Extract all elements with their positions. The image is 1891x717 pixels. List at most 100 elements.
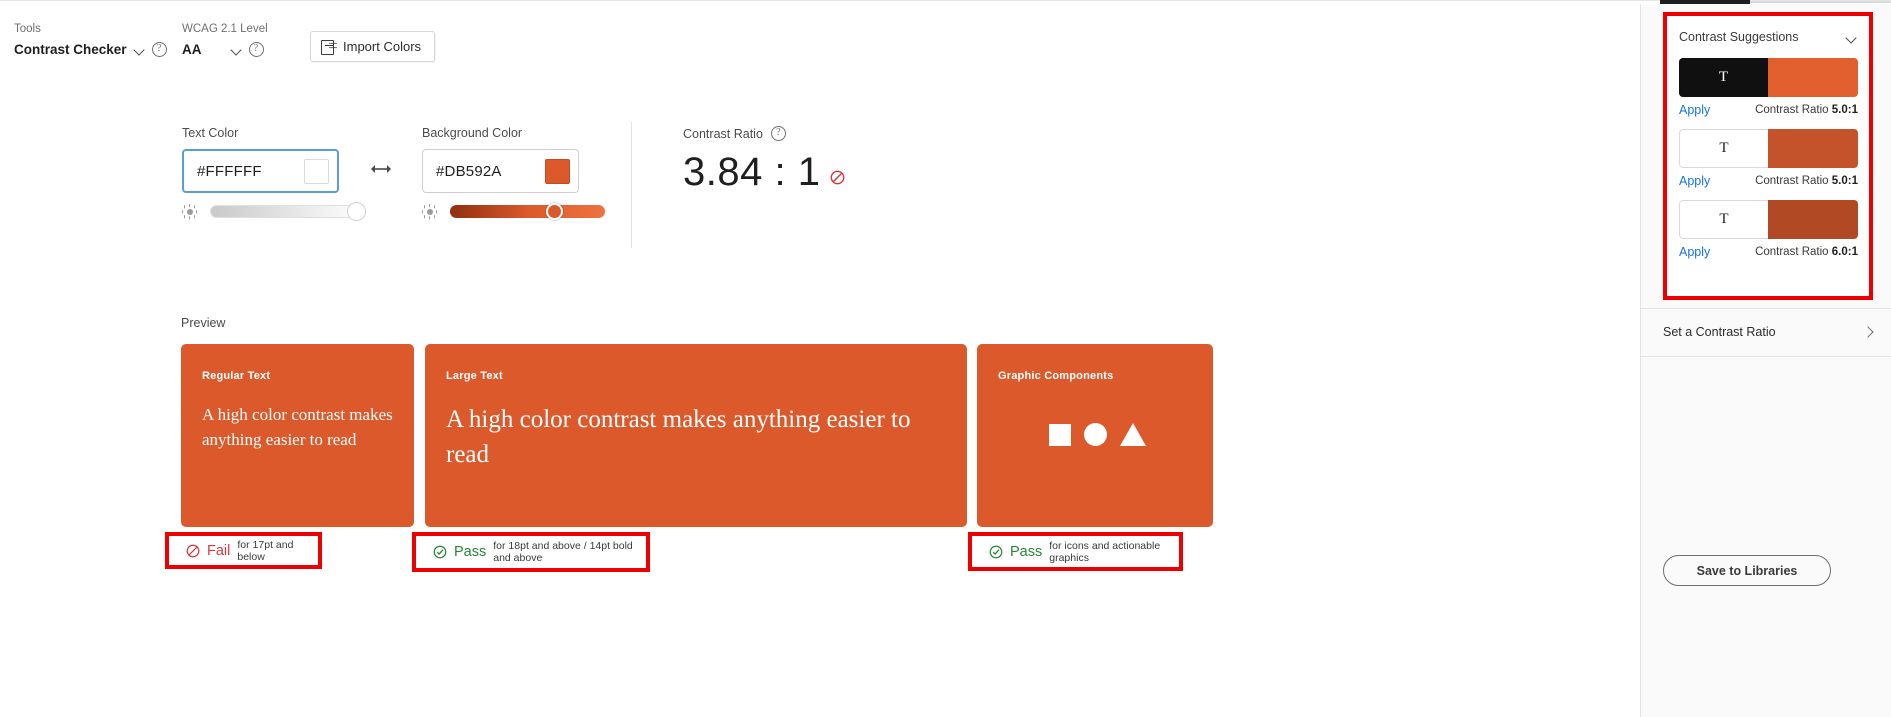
swap-colors-icon[interactable] bbox=[370, 162, 392, 176]
import-colors-button[interactable]: Import Colors bbox=[310, 31, 436, 62]
apply-link[interactable]: Apply bbox=[1679, 245, 1710, 259]
text-color-block: Text Color #FFFFFF bbox=[182, 126, 365, 220]
suggestion-foreground-swatch: T bbox=[1679, 58, 1768, 97]
preview-card-large-text: Large Text A high color contrast makes a… bbox=[425, 344, 967, 527]
result-badge-graphic-components: Pass for icons and actionable graphics bbox=[968, 532, 1183, 571]
suggestion-background-swatch bbox=[1768, 58, 1858, 97]
card-kicker: Graphic Components bbox=[998, 370, 1114, 382]
badge-status: Fail bbox=[207, 542, 231, 559]
badge-inner: Pass for icons and actionable graphics bbox=[972, 540, 1179, 564]
badge-status: Pass bbox=[454, 544, 487, 560]
import-colors-label: Import Colors bbox=[343, 39, 422, 54]
slider-handle[interactable] bbox=[348, 203, 365, 220]
background-brightness-slider-row bbox=[422, 203, 605, 220]
contrast-ratio-value-row: 3.84 : 1 bbox=[683, 150, 845, 194]
suggestion-meta: Apply Contrast Ratio 5.0:1 bbox=[1679, 103, 1858, 117]
card-body-text: A high color contrast makes anything eas… bbox=[446, 406, 911, 468]
apply-link[interactable]: Apply bbox=[1679, 174, 1710, 188]
set-contrast-ratio-row[interactable]: Set a Contrast Ratio bbox=[1663, 317, 1873, 347]
square-icon bbox=[1049, 423, 1071, 446]
suggestion-swatch-pair[interactable]: T bbox=[1679, 200, 1858, 239]
sidebar-divider bbox=[1641, 356, 1891, 357]
chevron-down-icon[interactable] bbox=[1846, 32, 1857, 43]
card-kicker: Regular Text bbox=[202, 370, 271, 382]
suggestion-item: T Apply Contrast Ratio 5.0:1 bbox=[1679, 129, 1858, 188]
fail-circle-slash-icon bbox=[186, 544, 200, 558]
suggestion-ratio: Contrast Ratio 5.0:1 bbox=[1755, 175, 1858, 187]
contrast-suggestions-title: Contrast Suggestions bbox=[1679, 30, 1799, 44]
badge-inner: Fail for 17pt and below bbox=[169, 539, 318, 563]
background-brightness-slider[interactable] bbox=[450, 203, 605, 220]
suggestion-foreground-swatch: T bbox=[1679, 200, 1768, 239]
suggestion-ratio: Contrast Ratio 6.0:1 bbox=[1755, 246, 1858, 258]
slider-track bbox=[210, 205, 365, 218]
toolbar: Tools Contrast Checker ? WCAG 2.1 Level … bbox=[0, 14, 1640, 70]
sidebar-divider bbox=[1641, 308, 1891, 309]
tools-dropdown[interactable]: Contrast Checker ? bbox=[14, 42, 167, 57]
tools-label: Tools bbox=[14, 23, 41, 35]
slider-handle[interactable] bbox=[546, 203, 563, 220]
contrast-suggestions-panel: Contrast Suggestions T Apply Contrast Ra… bbox=[1663, 12, 1873, 300]
suggestion-ratio-value: 5.0:1 bbox=[1831, 104, 1858, 116]
contrast-checker-app: Tools Contrast Checker ? WCAG 2.1 Level … bbox=[0, 0, 1891, 717]
card-kicker: Large Text bbox=[446, 370, 503, 382]
tools-selector-group: Tools Contrast Checker ? bbox=[14, 22, 167, 57]
contrast-ratio-label: Contrast Ratio bbox=[683, 126, 763, 141]
chevron-right-icon[interactable] bbox=[1863, 327, 1873, 337]
suggestion-swatch-pair[interactable]: T bbox=[1679, 129, 1858, 168]
suggestion-background-swatch bbox=[1768, 200, 1858, 239]
help-icon[interactable]: ? bbox=[151, 42, 167, 57]
brightness-icon bbox=[182, 204, 197, 219]
badge-note: for 18pt and above / 14pt bold and above bbox=[493, 540, 633, 564]
fail-circle-slash-icon bbox=[830, 170, 845, 185]
slider-track bbox=[450, 205, 605, 218]
pass-check-circle-icon bbox=[433, 545, 447, 559]
wcag-level-label: WCAG 2.1 Level bbox=[182, 23, 268, 35]
suggestion-background-swatch bbox=[1768, 129, 1858, 168]
brightness-icon bbox=[422, 204, 437, 219]
help-icon[interactable]: ? bbox=[770, 126, 786, 141]
suggestion-ratio-label: Contrast Ratio bbox=[1755, 104, 1829, 116]
text-brightness-slider[interactable] bbox=[210, 203, 365, 220]
contrast-ratio-value: 3.84 : 1 bbox=[683, 150, 821, 194]
preview-card-graphic-components: Graphic Components bbox=[977, 344, 1213, 527]
graphic-shapes bbox=[1049, 423, 1146, 446]
pass-check-circle-icon bbox=[989, 545, 1003, 559]
contrast-ratio-block: Contrast Ratio ? 3.84 : 1 bbox=[683, 126, 845, 194]
text-color-label: Text Color bbox=[182, 126, 239, 140]
preview-card-regular-text: Regular Text A high color contrast makes… bbox=[181, 344, 414, 527]
save-to-libraries-button[interactable]: Save to Libraries bbox=[1663, 555, 1831, 586]
suggestion-swatch-pair[interactable]: T bbox=[1679, 58, 1858, 97]
text-color-input[interactable]: #FFFFFF bbox=[182, 149, 339, 193]
set-contrast-ratio-label: Set a Contrast Ratio bbox=[1663, 325, 1776, 339]
help-icon[interactable]: ? bbox=[248, 42, 264, 57]
badge-note: for icons and actionable graphics bbox=[1049, 539, 1161, 564]
result-badge-large-text: Pass for 18pt and above / 14pt bold and … bbox=[412, 532, 650, 572]
suggestion-item: T Apply Contrast Ratio 6.0:1 bbox=[1679, 200, 1858, 259]
circle-icon bbox=[1084, 423, 1107, 446]
main-panel: Tools Contrast Checker ? WCAG 2.1 Level … bbox=[0, 4, 1640, 717]
text-color-swatch[interactable] bbox=[304, 158, 329, 184]
background-color-block: Background Color #DB592A bbox=[422, 126, 605, 220]
contrast-suggestions-header[interactable]: Contrast Suggestions bbox=[1667, 26, 1869, 48]
suggestion-item: T Apply Contrast Ratio 5.0:1 bbox=[1679, 58, 1858, 117]
badge-note: for 17pt and below bbox=[237, 538, 294, 563]
top-bar-track bbox=[0, 0, 1891, 1]
wcag-level-dropdown[interactable]: AA ? bbox=[182, 42, 268, 57]
background-color-swatch[interactable] bbox=[545, 158, 570, 184]
chevron-down-icon[interactable] bbox=[134, 44, 145, 55]
background-color-label: Background Color bbox=[422, 126, 523, 140]
suggestion-ratio-label: Contrast Ratio bbox=[1755, 175, 1829, 187]
suggestion-ratio-value: 6.0:1 bbox=[1831, 246, 1858, 258]
wcag-level-selected-value: AA bbox=[182, 42, 202, 57]
suggestion-ratio-value: 5.0:1 bbox=[1831, 175, 1858, 187]
background-color-input[interactable]: #DB592A bbox=[422, 149, 579, 193]
contrast-ratio-header: Contrast Ratio ? bbox=[683, 126, 845, 141]
contrast-suggestions-list: T Apply Contrast Ratio 5.0:1 T Apply Con… bbox=[1679, 58, 1858, 271]
background-color-hex-value: #DB592A bbox=[436, 162, 502, 180]
card-body-text: A high color contrast makes anything eas… bbox=[202, 405, 393, 449]
chevron-down-icon[interactable] bbox=[231, 44, 242, 55]
apply-link[interactable]: Apply bbox=[1679, 103, 1710, 117]
suggestion-ratio: Contrast Ratio 5.0:1 bbox=[1755, 104, 1858, 116]
triangle-icon bbox=[1120, 423, 1146, 446]
